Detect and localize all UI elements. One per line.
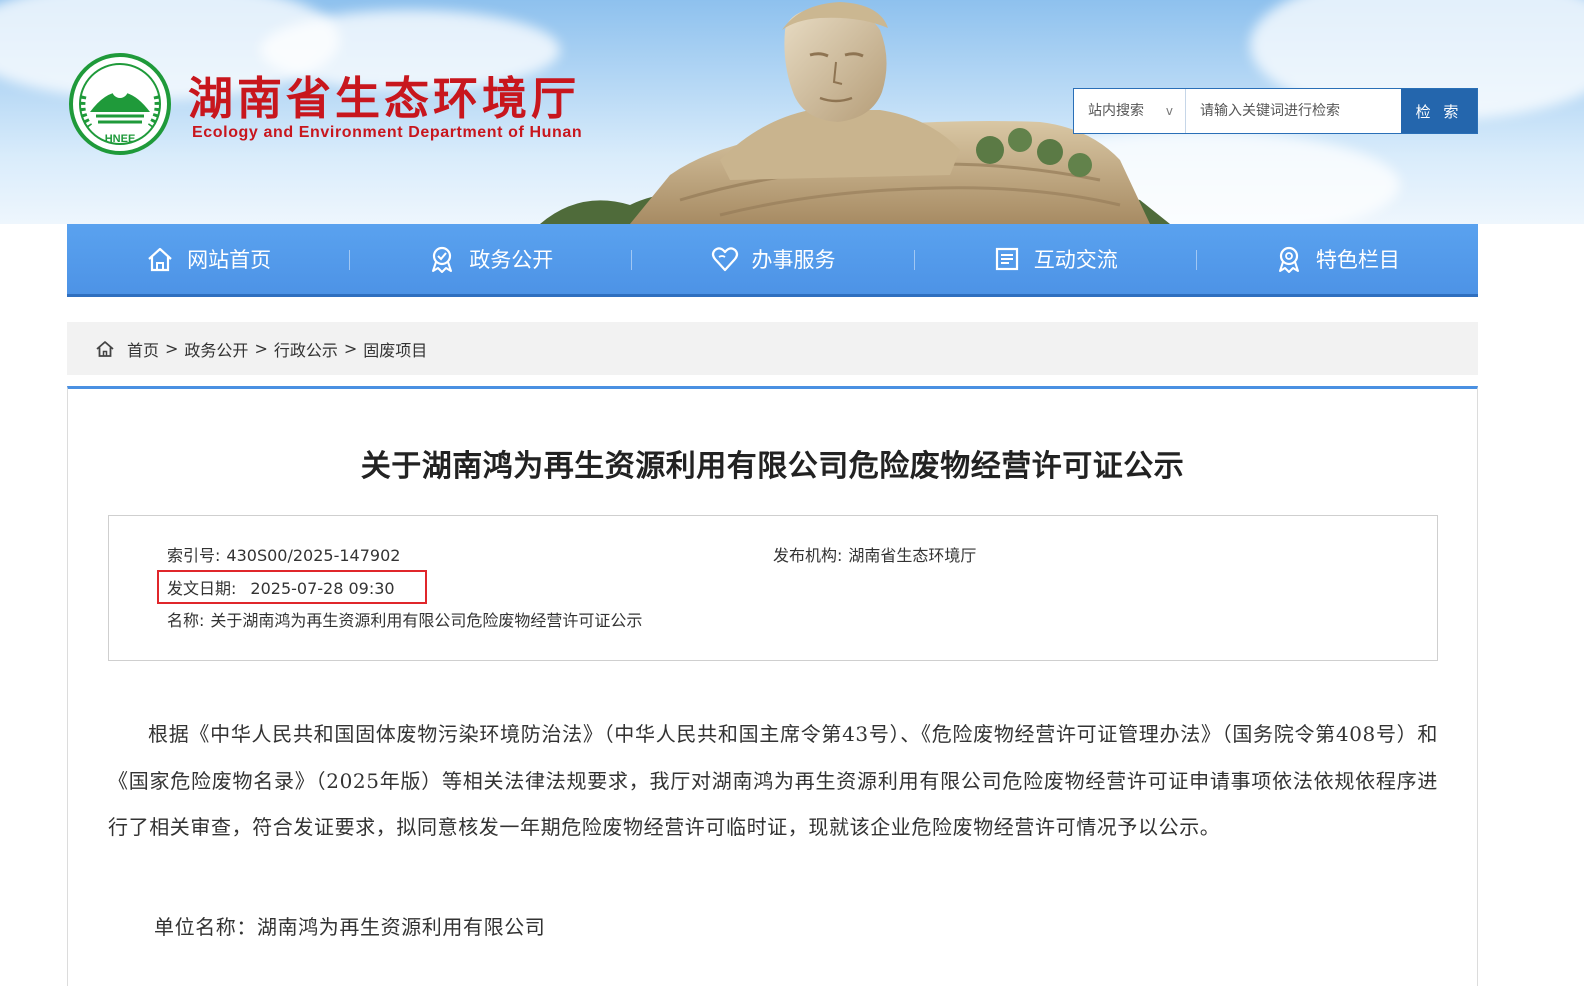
nav-item-government-affairs[interactable]: 政务公开	[349, 224, 631, 294]
chevron-down-icon: v	[1165, 104, 1173, 118]
meta-name-value: 关于湖南鸿为再生资源利用有限公司危险废物经营许可证公示	[210, 611, 643, 630]
nav-item-label: 政务公开	[469, 248, 554, 272]
site-title-en: Ecology and Environment Department of Hu…	[192, 124, 583, 141]
search-input[interactable]	[1188, 89, 1400, 133]
nav-item-services[interactable]: 办事服务	[631, 224, 913, 294]
article-meta-box: 索引号: 430S00/2025-147902 发布机构: 湖南省生态环境厅 发文日…	[108, 515, 1438, 661]
breadcrumb: 首页 > 政务公开 > 行政公示 > 固废项目	[67, 322, 1478, 375]
meta-date-label: 发文日期:	[167, 579, 237, 598]
meta-name-label: 名称:	[167, 611, 205, 630]
site-header: HNEE 湖南省生态环境厅 Ecology and Environment De…	[0, 0, 1584, 224]
nav-item-interaction[interactable]: 互动交流	[913, 224, 1196, 294]
search-button[interactable]: 检 索	[1401, 89, 1477, 133]
breadcrumb-separator: >	[165, 339, 179, 358]
meta-index-label: 索引号:	[167, 546, 221, 565]
breadcrumb-link-home[interactable]: 首页	[127, 337, 159, 361]
breadcrumb-link-solid-waste[interactable]: 固废项目	[363, 337, 427, 361]
nav-item-label: 互动交流	[1033, 248, 1118, 272]
logo-text: HNEE	[105, 133, 136, 145]
article-panel: 关于湖南鸿为再生资源利用有限公司危险废物经营许可证公示 索引号: 430S00/2…	[67, 386, 1478, 986]
breadcrumb-link-administrative-notice[interactable]: 行政公示	[274, 337, 338, 361]
search-scope-label: 站内搜索	[1088, 103, 1144, 119]
meta-date: 发文日期: 2025-07-28 09:30	[167, 575, 395, 599]
article-title: 关于湖南鸿为再生资源利用有限公司危险废物经营许可证公示	[360, 449, 1185, 484]
nav-item-label: 特色栏目	[1315, 248, 1400, 272]
breadcrumb-separator: >	[343, 339, 358, 358]
nav-item-home[interactable]: 网站首页	[67, 224, 349, 294]
meta-publisher-value: 湖南省生态环境厅	[848, 546, 977, 565]
nav-item-label: 网站首页	[187, 248, 272, 272]
article-unit-name: 单位名称：湖南鸿为再生资源利用有限公司	[154, 915, 546, 939]
search-bar: 站内搜索 v 检 索	[1073, 88, 1478, 134]
breadcrumb-separator: >	[254, 339, 268, 358]
search-scope-select[interactable]: 站内搜索 v	[1074, 89, 1186, 133]
site-title-cn: 湖南省生态环境厅	[188, 72, 581, 125]
nav-item-featured[interactable]: 特色栏目	[1195, 224, 1478, 294]
main-nav: 网站首页 政务公开 办事服务 互动交流 特色栏目	[67, 224, 1478, 297]
document-icon	[995, 247, 1018, 271]
meta-publisher-label: 发布机构:	[773, 546, 843, 565]
breadcrumb-link-government-affairs[interactable]: 政务公开	[184, 337, 248, 361]
nav-item-label: 办事服务	[751, 248, 836, 272]
meta-index: 索引号: 430S00/2025-147902	[167, 542, 400, 566]
home-icon	[148, 247, 172, 272]
meta-date-value: 2025-07-28 09:30	[250, 579, 395, 598]
meta-publisher: 发布机构: 湖南省生态环境厅	[773, 542, 976, 566]
badge-icon	[1278, 246, 1299, 273]
heart-icon	[711, 247, 738, 272]
meta-index-value: 430S00/2025-147902	[226, 546, 401, 565]
home-icon	[96, 340, 114, 357]
hnee-logo-icon: HNEE	[69, 53, 171, 155]
badge-icon	[432, 246, 453, 273]
meta-name: 名称: 关于湖南鸿为再生资源利用有限公司危险废物经营许可证公示	[167, 607, 642, 631]
article-body-paragraph: 根据《中华人民共和国固体废物污染环境防治法》（中华人民共和国主席令第43号）、《…	[108, 722, 1438, 839]
